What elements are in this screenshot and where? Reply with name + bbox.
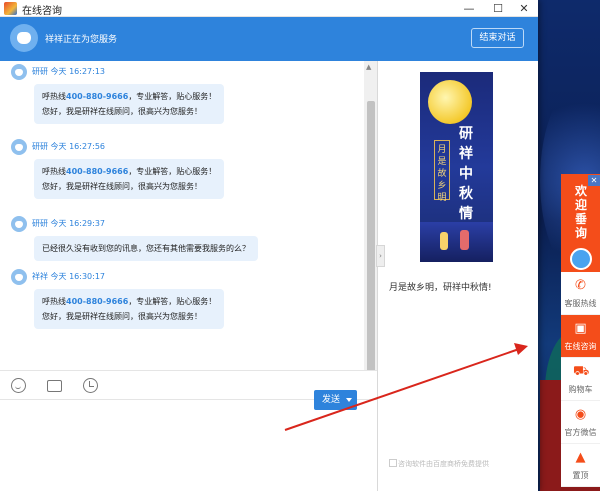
sidebar-item-label: 在线咨询 — [564, 342, 597, 351]
welcome-panel: ✕ 欢迎垂询 — [561, 174, 600, 272]
sidebar-item-top[interactable]: ▲ 置顶 — [561, 444, 600, 487]
message-bubble: 呼热线400-880-9666，专业解答，贴心服务！ 您好，我是研祥在线顾问，很… — [34, 84, 225, 124]
message-sender-time: 研研 今天 16:27:13 — [32, 67, 106, 76]
message-text: ，专业解答，贴心服务！ — [128, 167, 217, 176]
sidebar-item-label: 客服热线 — [564, 299, 597, 308]
poster-title: 研祥中秋情 — [459, 126, 473, 222]
collapse-panel-button[interactable]: › — [376, 245, 385, 267]
message-line: 您好，我是研祥在线顾问，很高兴为您服务！ — [42, 312, 202, 321]
message-sender-time: 研研 今天 16:27:56 — [32, 142, 106, 151]
message-bubble: 呼热线400-880-9666，专业解答，贴心服务！ 您好，我是研祥在线顾问，很… — [34, 289, 225, 329]
close-button[interactable]: ✕ — [510, 1, 538, 16]
hotline-number[interactable]: 400-880-9666 — [66, 167, 128, 176]
mid-autumn-poster[interactable]: 研祥中秋情 月是故乡明 — [420, 72, 493, 262]
service-status: 祥祥正在为您服务 — [45, 35, 118, 45]
poster-ground — [420, 222, 493, 262]
side-caption: 月是故乡明，研祥中秋情! — [389, 283, 492, 293]
send-button-label: 发送 — [322, 395, 341, 405]
message-line: 您好，我是研祥在线顾问，很高兴为您服务！ — [42, 182, 202, 191]
emoji-icon[interactable] — [11, 378, 26, 393]
message-input[interactable] — [0, 400, 377, 491]
chat-icon: ▣ — [574, 321, 587, 336]
hotline-number[interactable]: 400-880-9666 — [66, 92, 128, 101]
message-bubble: 已经很久没有收到您的讯息，您还有其他需要我服务的么？ — [34, 236, 258, 261]
message-text: 呼热线 — [42, 167, 66, 176]
scroll-up-icon[interactable]: ▲ — [366, 63, 371, 71]
baidu-icon — [389, 459, 397, 467]
chevron-down-icon[interactable] — [346, 398, 352, 402]
chat-window: 在线咨询 — ☐ ✕ 祥祥正在为您服务 结束对话 研研 今天 16:27:13 … — [0, 0, 538, 491]
message-text: 呼热线 — [42, 92, 66, 101]
message-sender-time: 研研 今天 16:29:37 — [32, 219, 106, 228]
message-text: 呼热线 — [42, 297, 66, 306]
chat-header: 祥祥正在为您服务 结束对话 — [0, 17, 538, 61]
minimize-button[interactable]: — — [455, 1, 483, 16]
app-icon — [4, 2, 17, 15]
phone-icon: ✆ — [575, 278, 586, 293]
sidebar-widget: ✕ 欢迎垂询 ✆ 客服热线 ▣ 在线咨询 ⛟ 购物车 ◉ 官方微信 ▲ 置顶 — [561, 174, 600, 491]
sidebar-item-hotline[interactable]: ✆ 客服热线 — [561, 272, 600, 315]
message-line: 您好，我是研祥在线顾问，很高兴为您服务！ — [42, 107, 202, 116]
top-icon: ▲ — [575, 450, 586, 465]
sidebar-item-wechat[interactable]: ◉ 官方微信 — [561, 401, 600, 444]
sidebar-item-label: 购物车 — [568, 385, 593, 394]
message-sender-time: 祥祥 今天 16:30:17 — [32, 272, 106, 281]
agent-avatar — [10, 24, 38, 52]
history-icon[interactable] — [83, 378, 98, 393]
poster-figure — [440, 232, 448, 250]
message-bubble: 呼热线400-880-9666，专业解答，贴心服务！ 您好，我是研祥在线顾问，很… — [34, 159, 225, 199]
agent-avatar-small — [11, 216, 27, 232]
welcome-text: 欢迎垂询 — [574, 184, 587, 240]
chat-area: 研研 今天 16:27:13 呼热线400-880-9666，专业解答，贴心服务… — [0, 61, 377, 491]
maximize-button[interactable]: ☐ — [484, 1, 512, 16]
message-line: 呼热线400-880-9666，专业解答，贴心服务！ — [42, 164, 216, 179]
poster-subtitle: 月是故乡明 — [437, 145, 447, 203]
hotline-number[interactable]: 400-880-9666 — [66, 297, 128, 306]
cart-icon: ⛟ — [573, 364, 590, 379]
wechat-icon: ◉ — [574, 407, 587, 422]
mascot-icon — [570, 248, 592, 270]
moon-graphic — [428, 80, 472, 124]
message-list: 研研 今天 16:27:13 呼热线400-880-9666，专业解答，贴心服务… — [0, 61, 364, 370]
poster-figure — [460, 230, 469, 250]
message-text: ，专业解答，贴心服务！ — [128, 297, 217, 306]
sidebar-item-label: 官方微信 — [564, 428, 597, 437]
sidebar-item-label: 置顶 — [572, 471, 589, 480]
scrollbar-thumb[interactable] — [367, 101, 375, 379]
sidebar-item-online-chat[interactable]: ▣ 在线咨询 — [561, 315, 600, 358]
agent-avatar-small — [11, 139, 27, 155]
agent-avatar-small — [11, 269, 27, 285]
message-line: 已经很久没有收到您的讯息，您还有其他需要我服务的么？ — [42, 244, 250, 253]
agent-avatar-small — [11, 64, 27, 80]
end-chat-button[interactable]: 结束对话 — [471, 28, 524, 48]
message-line: 呼热线400-880-9666，专业解答，贴心服务！ — [42, 89, 216, 104]
file-upload-icon[interactable] — [47, 380, 62, 392]
message-line: 呼热线400-880-9666，专业解答，贴心服务！ — [42, 294, 216, 309]
send-button[interactable]: 发送 — [314, 390, 357, 410]
provider-footer[interactable]: 咨询软件由百度商桥免费提供 — [398, 459, 489, 469]
message-text: ，专业解答，贴心服务！ — [128, 92, 217, 101]
window-title: 在线咨询 — [22, 6, 62, 17]
title-bar: 在线咨询 — ☐ ✕ — [0, 0, 538, 17]
sidebar-item-cart[interactable]: ⛟ 购物车 — [561, 358, 600, 401]
